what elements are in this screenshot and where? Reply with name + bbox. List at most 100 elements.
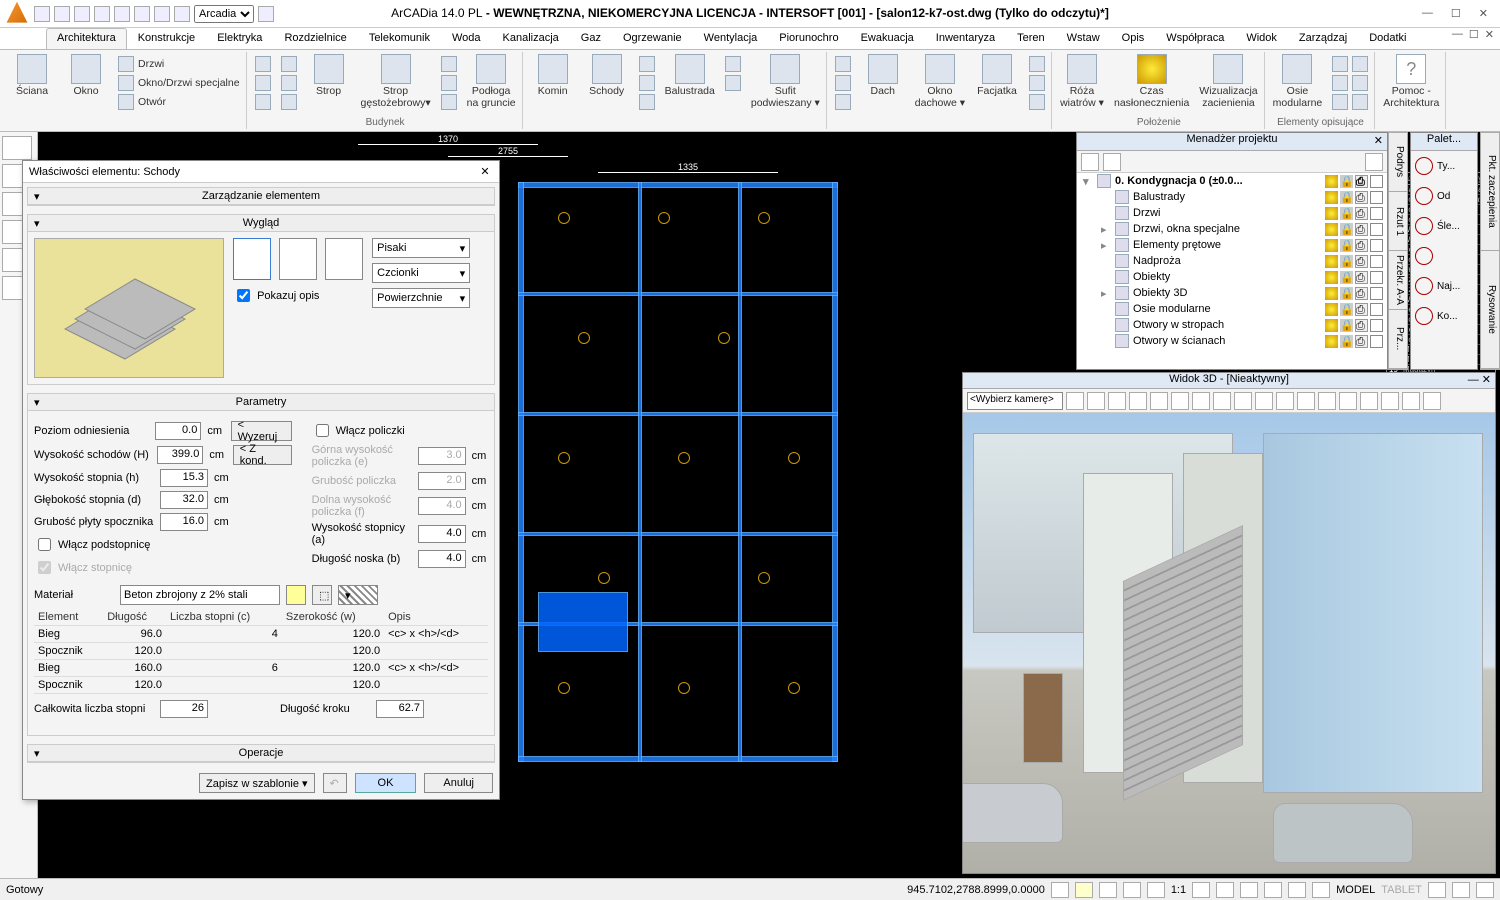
mini-icon[interactable]: [255, 56, 271, 72]
wst-input[interactable]: 4.0: [418, 525, 466, 543]
v3d-tool-icon[interactable]: [1381, 392, 1399, 410]
camera-select[interactable]: <Wybierz kamerę>: [967, 392, 1063, 410]
v3d-close-icon[interactable]: ✕: [1482, 374, 1491, 386]
sidetab[interactable]: Pkt. zaczepienia: [1481, 133, 1499, 251]
tab-kanalizacja[interactable]: Kanalizacja: [492, 28, 570, 49]
tab-ogrzewanie[interactable]: Ogrzewanie: [612, 28, 693, 49]
mini-icon[interactable]: [255, 94, 271, 110]
mini-icon[interactable]: [441, 94, 457, 110]
status-icon[interactable]: [1476, 882, 1494, 898]
dn-input[interactable]: 4.0: [418, 550, 466, 568]
mini-icon[interactable]: [725, 75, 741, 91]
v3d-render[interactable]: [963, 413, 1495, 873]
tree-node[interactable]: ▸Drzwi, okna specjalne🔒⎙: [1077, 221, 1387, 237]
tab-konstrukcje[interactable]: Konstrukcje: [127, 28, 206, 49]
wys-stopnia-input[interactable]: 15.3: [160, 469, 208, 487]
status-icon[interactable]: [1264, 882, 1282, 898]
v3d-tool-icon[interactable]: [1213, 392, 1231, 410]
mini-icon[interactable]: [281, 75, 297, 91]
close-button[interactable]: ✕: [1479, 7, 1488, 20]
status-icon[interactable]: [1452, 882, 1470, 898]
pm-tool-icon[interactable]: [1103, 153, 1121, 171]
mini-icon[interactable]: [1029, 94, 1045, 110]
pomoc-button[interactable]: ?Pomoc - Architektura: [1383, 54, 1439, 109]
wysokosc-input[interactable]: 399.0: [157, 446, 204, 464]
sufit-button[interactable]: Sufit podwieszany ▾: [751, 54, 820, 109]
v3d-tool-icon[interactable]: [1171, 392, 1189, 410]
tree-node[interactable]: ▸Obiekty 3D🔒⎙: [1077, 285, 1387, 301]
v3d-tool-icon[interactable]: [1150, 392, 1168, 410]
sciana-button[interactable]: Ściana: [10, 54, 54, 98]
pm-close-icon[interactable]: ✕: [1374, 134, 1383, 147]
qat-bulb-icon[interactable]: [154, 6, 170, 22]
podloga-button[interactable]: Podłoga na gruncie: [467, 54, 516, 109]
material-select[interactable]: Beton zbrojony z 2% stali: [120, 585, 280, 605]
roza-button[interactable]: Róża wiatrów ▾: [1060, 54, 1104, 109]
status-icon[interactable]: [1099, 882, 1117, 898]
drzwi-button[interactable]: Drzwi: [118, 56, 240, 72]
qat-layer-icon[interactable]: [174, 6, 190, 22]
mini-icon[interactable]: [281, 56, 297, 72]
strop-g-button[interactable]: Strop gęstożebrowy▾: [361, 54, 431, 109]
minimize-button[interactable]: —: [1422, 7, 1433, 20]
mini-icon[interactable]: [725, 56, 741, 72]
tree-node[interactable]: Otwory w ścianach🔒⎙: [1077, 333, 1387, 349]
tab-gaz[interactable]: Gaz: [570, 28, 612, 49]
sidetab[interactable]: Rzut 1: [1389, 192, 1407, 251]
qat-dropdown-icon[interactable]: [258, 6, 274, 22]
v3d-tool-icon[interactable]: [1108, 392, 1126, 410]
osie-button[interactable]: Osie modularne: [1273, 54, 1323, 109]
ribbon-minimize-icon[interactable]: —: [1452, 28, 1463, 49]
v3d-tool-icon[interactable]: [1402, 392, 1420, 410]
v3d-tool-icon[interactable]: [1423, 392, 1441, 410]
wyzeruj-button[interactable]: < Wyzeruj: [231, 421, 292, 441]
okno-button[interactable]: Okno: [64, 54, 108, 98]
tree-node[interactable]: Drzwi🔒⎙: [1077, 205, 1387, 221]
otwor-button[interactable]: Otwór: [118, 94, 240, 110]
tab-opis[interactable]: Opis: [1111, 28, 1156, 49]
palette-item[interactable]: Śle...: [1411, 211, 1477, 241]
pm-tool-icon[interactable]: [1081, 153, 1099, 171]
pisaki-combo[interactable]: Pisaki▾: [372, 238, 470, 258]
table-row[interactable]: Spocznik120.0120.0: [34, 643, 488, 660]
czcionki-combo[interactable]: Czcionki▾: [372, 263, 470, 283]
facjatka-button[interactable]: Facjatka: [975, 54, 1019, 98]
status-icon[interactable]: [1147, 882, 1165, 898]
table-row[interactable]: Spocznik120.0120.0: [34, 677, 488, 694]
stair-type-icon[interactable]: [233, 238, 271, 280]
status-icon[interactable]: [1075, 882, 1093, 898]
tab-widok[interactable]: Widok: [1235, 28, 1288, 49]
zkond-button[interactable]: < Z kond.: [233, 445, 292, 465]
tree-node[interactable]: ▾0. Kondygnacja 0 (±0.0...🔒⎙: [1077, 173, 1387, 189]
zapisz-button[interactable]: Zapisz w szablonie ▾: [199, 773, 315, 793]
show-desc-checkbox[interactable]: Pokazuj opis: [233, 286, 363, 305]
mini-icon[interactable]: [441, 56, 457, 72]
stair-type-icon[interactable]: [279, 238, 317, 280]
mini-icon[interactable]: [1332, 75, 1348, 91]
v3d-min-icon[interactable]: —: [1468, 374, 1479, 386]
poziom-input[interactable]: 0.0: [155, 422, 201, 440]
palette-item[interactable]: Ko...: [1411, 301, 1477, 331]
status-icon[interactable]: [1051, 882, 1069, 898]
v3d-tool-icon[interactable]: [1318, 392, 1336, 410]
lefttool-icon[interactable]: [2, 136, 32, 160]
section-header[interactable]: ▾Parametry: [28, 394, 494, 411]
tab-wentylacja[interactable]: Wentylacja: [693, 28, 769, 49]
status-icon[interactable]: [1312, 882, 1330, 898]
podstopnice-checkbox[interactable]: Włącz podstopnicę: [34, 535, 292, 554]
tree-node[interactable]: Obiekty🔒⎙: [1077, 269, 1387, 285]
v3d-tool-icon[interactable]: [1360, 392, 1378, 410]
v3d-tool-icon[interactable]: [1255, 392, 1273, 410]
v3d-tool-icon[interactable]: [1234, 392, 1252, 410]
ribbon-close-icon[interactable]: ✕: [1485, 28, 1494, 49]
palette-item[interactable]: Od: [1411, 181, 1477, 211]
section-header[interactable]: ▾Operacje: [28, 745, 494, 762]
stair-type-icon[interactable]: [325, 238, 363, 280]
v3d-tool-icon[interactable]: [1087, 392, 1105, 410]
balustrada-button[interactable]: Balustrada: [665, 54, 715, 98]
strop-button[interactable]: Strop: [307, 54, 351, 98]
mini-icon[interactable]: [639, 56, 655, 72]
czas-button[interactable]: Czas nasłonecznienia: [1114, 54, 1189, 109]
sidetab[interactable]: Rysowanie: [1481, 251, 1499, 369]
tab-telekom[interactable]: Telekomunik: [358, 28, 441, 49]
